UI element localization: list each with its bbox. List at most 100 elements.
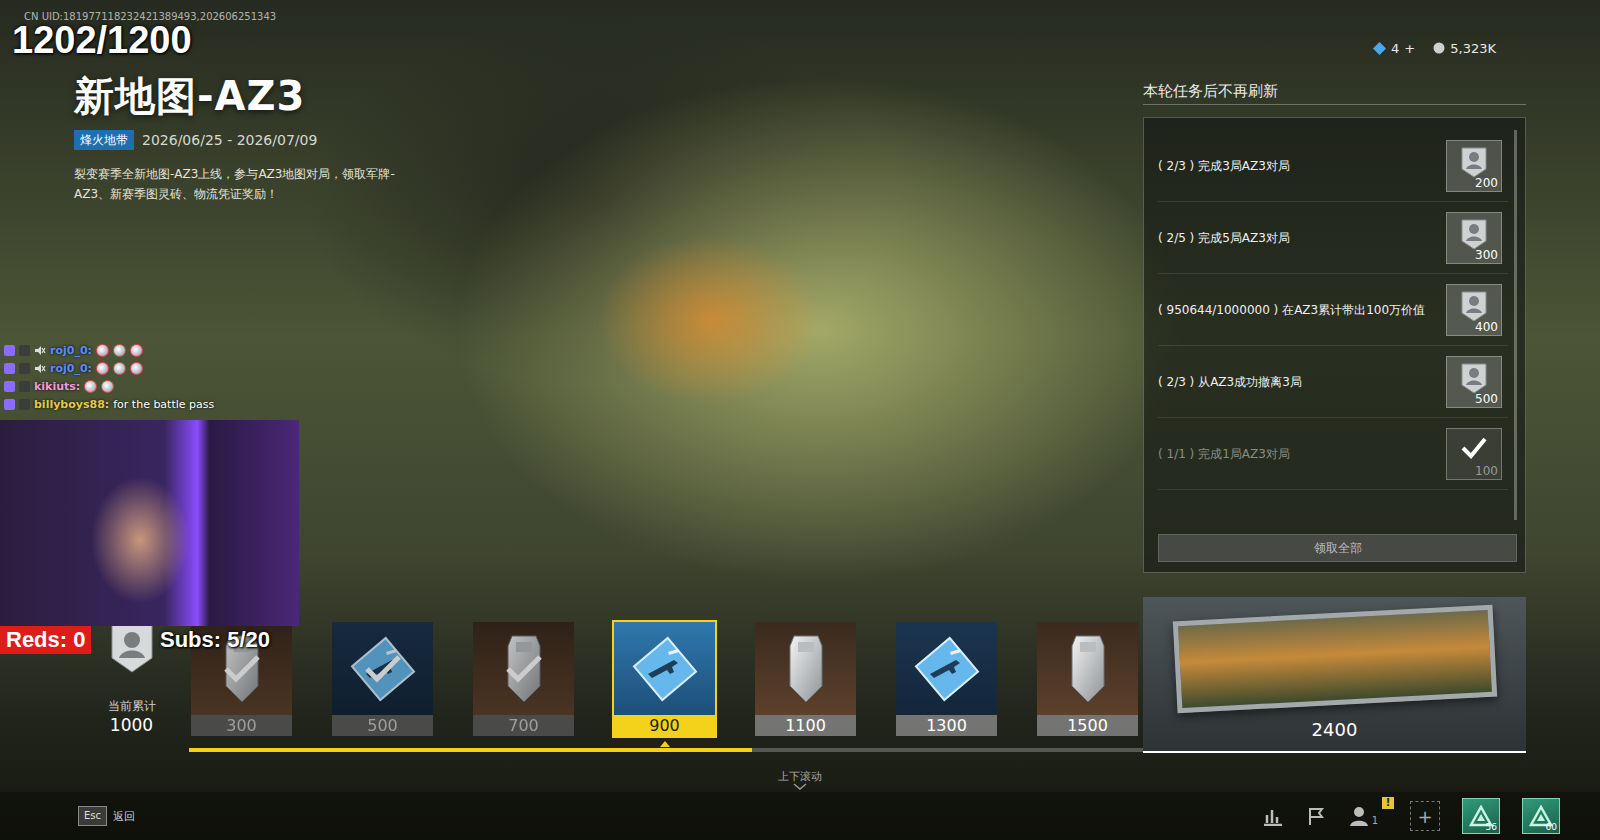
event-dates: 2026/06/25 - 2026/07/09 xyxy=(142,132,317,148)
chat-avatar-icon xyxy=(19,363,30,374)
friends-button[interactable]: 1! xyxy=(1348,806,1378,826)
final-reward-card[interactable]: 2400 xyxy=(1143,597,1526,753)
task-reward[interactable]: 100 xyxy=(1446,428,1502,480)
task-reward[interactable]: 400 xyxy=(1446,284,1502,336)
webcam-feed xyxy=(0,420,299,626)
person-icon xyxy=(1348,806,1370,826)
chat-avatar-icon xyxy=(19,399,30,410)
chat-badge-icon xyxy=(4,381,15,392)
reds-counter: Reds: 0 xyxy=(0,626,91,654)
accum-value: 1000 xyxy=(110,714,153,736)
selected-marker xyxy=(660,741,670,747)
chat-line: roj0_0: xyxy=(4,359,214,377)
bottom-bar: Esc返回 1! +56 60 xyxy=(0,792,1600,840)
reward-card[interactable]: 1300 xyxy=(894,620,999,738)
reward-card[interactable]: 700 xyxy=(471,620,576,738)
final-reward-art xyxy=(1172,605,1496,714)
flag-button[interactable] xyxy=(1306,806,1326,826)
reward-card[interactable]: 900 xyxy=(612,620,717,738)
chat-emote-icon xyxy=(130,362,143,375)
task-reward-amount: 400 xyxy=(1475,320,1498,334)
completed-check-icon xyxy=(1459,433,1489,463)
task-row: ( 1/1 ) 完成1局AZ3对局 100 xyxy=(1158,418,1508,490)
bottom-icons: 1! +56 60 xyxy=(1262,798,1560,834)
task-column: 4+5,323K本轮任务后不再刷新( 2/3 ) 完成3局AZ3对局200( 2… xyxy=(1143,28,1526,770)
task-row: ( 2/3 ) 从AZ3成功撤离3局500 xyxy=(1158,346,1508,418)
reward-art xyxy=(896,622,997,715)
reward-card[interactable]: 500 xyxy=(330,620,435,738)
gem-icon xyxy=(1373,42,1386,55)
dogtag-medal-icon xyxy=(1459,289,1489,323)
add-button[interactable]: + xyxy=(1410,801,1440,831)
reward-card[interactable]: 1100 xyxy=(753,620,858,738)
chat-emote-icon xyxy=(84,380,97,393)
chat-emote-icon xyxy=(96,344,109,357)
stream-chat: roj0_0:roj0_0:kikiuts:billyboys88:for th… xyxy=(4,341,214,413)
task-reward[interactable]: 300 xyxy=(1446,212,1502,264)
reward-art xyxy=(473,622,574,715)
chat-text: for the battle pass xyxy=(113,398,214,411)
stats-button[interactable] xyxy=(1262,806,1284,826)
event-description: 裂变赛季全新地图-AZ3上线，参与AZ3地图对局，领取军牌-AZ3、新赛季图灵砖… xyxy=(74,164,414,204)
reward-points: 500 xyxy=(332,715,433,736)
chat-emote-icon xyxy=(130,344,143,357)
claim-all-button[interactable]: 领取全部 xyxy=(1158,534,1517,562)
main-area: 新地图-AZ3烽火地带2026/06/25 - 2026/07/09裂变赛季全新… xyxy=(0,28,1600,770)
chat-line: kikiuts: xyxy=(4,377,214,395)
task-panel: ( 2/3 ) 完成3局AZ3对局 200 ( 2/5 ) 完成5局AZ3对局 300… xyxy=(1143,117,1526,573)
task-reward-amount: 300 xyxy=(1475,248,1498,262)
reward-art xyxy=(332,622,433,715)
gem-currency[interactable]: 4+ xyxy=(1373,41,1415,56)
accum-label: 当前累计 xyxy=(108,698,156,714)
reward-points: 1500 xyxy=(1037,715,1138,736)
event-page: CN UID:181977118232421389493,20260625134… xyxy=(0,0,1600,840)
event-title: 新地图-AZ3 xyxy=(74,72,1143,120)
chat-user: billyboys88: xyxy=(34,398,109,411)
reward-points: 700 xyxy=(473,715,574,736)
alert-badge: ! xyxy=(1382,797,1394,809)
task-row: ( 950644/1000000 ) 在AZ3累计带出100万价值400 xyxy=(1158,274,1508,346)
task-scrollbar[interactable] xyxy=(1514,130,1517,520)
task-row: ( 2/5 ) 完成5局AZ3对局 300 xyxy=(1158,202,1508,274)
muted-speaker-icon xyxy=(34,363,46,374)
currency-row: 4+5,323K xyxy=(1143,36,1526,60)
reward-points: 300 xyxy=(191,715,292,736)
chat-badge-icon xyxy=(4,399,15,410)
task-text: ( 2/5 ) 完成5局AZ3对局 xyxy=(1158,229,1436,247)
coin-icon xyxy=(1433,42,1445,54)
weapon-card-icon xyxy=(344,630,422,708)
task-text: ( 2/3 ) 完成3局AZ3对局 xyxy=(1158,157,1436,175)
task-list-viewport[interactable]: ( 2/3 ) 完成3局AZ3对局 200 ( 2/5 ) 完成5局AZ3对局 300… xyxy=(1158,130,1517,520)
dogtag-medal-icon xyxy=(1459,361,1489,395)
task-reward-amount: 100 xyxy=(1475,464,1498,478)
rank-badge[interactable]: 56 xyxy=(1462,798,1500,834)
task-reward[interactable]: 500 xyxy=(1446,356,1502,408)
reward-art xyxy=(614,622,715,715)
back-label: 返回 xyxy=(113,809,135,824)
chevron-down-icon xyxy=(793,783,807,790)
claimed-check-icon xyxy=(222,653,262,685)
task-text: ( 1/1 ) 完成1局AZ3对局 xyxy=(1158,445,1436,463)
friends-count: 1 xyxy=(1372,815,1378,826)
reward-art xyxy=(755,622,856,715)
task-reward-amount: 200 xyxy=(1475,176,1498,190)
scroll-hint: 上下滚动 xyxy=(0,770,1600,792)
rank-badge-number: 60 xyxy=(1546,822,1557,833)
reward-column: 300 500 700 900 1100 1300 1500 xyxy=(189,620,1143,752)
chat-emote-icon xyxy=(113,362,126,375)
dogtag-icon xyxy=(1068,634,1108,704)
chat-line: billyboys88: for the battle pass xyxy=(4,395,214,413)
task-reward-amount: 500 xyxy=(1475,392,1498,406)
progress-bar xyxy=(189,748,1143,752)
task-reward[interactable]: 200 xyxy=(1446,140,1502,192)
back-button[interactable]: Esc返回 xyxy=(78,806,135,826)
dogtag-medal-icon xyxy=(1459,217,1489,251)
reward-card[interactable]: 1500 xyxy=(1035,620,1140,738)
rank-badge[interactable]: 60 xyxy=(1522,798,1560,834)
chat-avatar-icon xyxy=(19,381,30,392)
reward-points: 1100 xyxy=(755,715,856,736)
uid-watermark: CN UID:181977118232421389493,20260625134… xyxy=(0,0,1600,28)
chat-emote-icon xyxy=(96,362,109,375)
claimed-check-icon xyxy=(504,653,544,685)
chat-user: kikiuts: xyxy=(34,380,80,393)
